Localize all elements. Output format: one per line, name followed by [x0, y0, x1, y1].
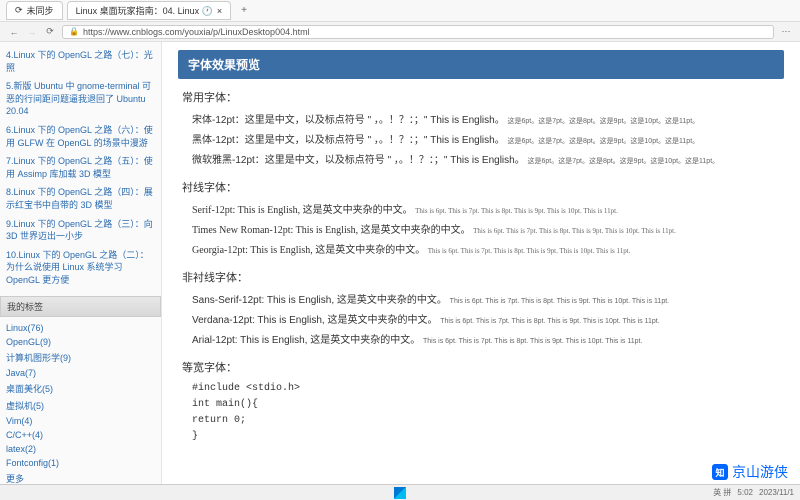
clock-time: 5:02 [737, 488, 753, 497]
font-sample-arial: Arial-12pt: This is English, 这是英文中夹杂的中文。… [178, 331, 784, 351]
sidebar-item[interactable]: 10.Linux 下的 OpenGL 之路（二）：为什么说使用 Linux 系统… [6, 246, 155, 290]
main-content: 字体效果预览 常用字体： 宋体-12pt：这里是中文，以及标点符号 " ，。！？… [162, 42, 800, 484]
font-sample-times: Times New Roman-12pt: This is English, 这… [178, 221, 784, 241]
code-line: return 0; [192, 413, 784, 429]
font-sample-heiti: 黑体-12pt：这里是中文，以及标点符号 " ，。！？：；" This is E… [178, 131, 784, 151]
lock-icon: 🔒 [69, 27, 79, 36]
back-icon[interactable]: ← [8, 26, 20, 38]
sidebar-tag[interactable]: Fontconfig(1) [6, 456, 155, 470]
sidebar-item[interactable]: 9.Linux 下的 OpenGL 之路（三）：向 3D 世界迈出一小步 [6, 215, 155, 246]
sidebar-tag[interactable]: 桌面美化(5) [6, 380, 155, 397]
address-bar: ← → ⟳ 🔒 https://www.cnblogs.com/youxia/p… [0, 22, 800, 42]
panel-title: 字体效果预览 [178, 50, 784, 79]
sidebar-item[interactable]: 8.Linux 下的 OpenGL 之路（四）：展示红宝书中自带的 3D 模型 [6, 183, 155, 214]
section-serif-fonts: 衬线字体： [178, 179, 784, 195]
menu-icon[interactable]: ⋯ [780, 26, 792, 38]
tab-label: Linux 桌面玩家指南：04. Linux 🕐 [76, 4, 213, 17]
sidebar-tag[interactable]: OpenGL(9) [6, 335, 155, 349]
font-sample-georgia: Georgia-12pt: This is English, 这是英文中夹杂的中… [178, 241, 784, 261]
sidebar-item[interactable]: 5.新版 Ubuntu 中 gnome-terminal 可恶的行间距问题逼我退… [6, 77, 155, 121]
font-sample-serif: Serif-12pt: This is English, 这是英文中夹杂的中文。… [178, 201, 784, 221]
browser-tab-bar: ⟳ 未同步 Linux 桌面玩家指南：04. Linux 🕐 × + [0, 0, 800, 22]
sidebar-item[interactable]: 6.Linux 下的 OpenGL 之路（六）：使用 GLFW 在 OpenGL… [6, 121, 155, 152]
code-line: int main(){ [192, 397, 784, 413]
sync-icon: ⟳ [15, 5, 23, 16]
tab-page[interactable]: Linux 桌面玩家指南：04. Linux 🕐 × [67, 1, 232, 20]
url-text: https://www.cnblogs.com/youxia/p/LinuxDe… [83, 27, 310, 37]
taskbar: 英 拼 5:02 2023/11/1 [0, 484, 800, 500]
code-line: #include <stdio.h> [192, 381, 784, 397]
sidebar-tag[interactable]: 虚拟机(5) [6, 397, 155, 414]
sidebar-tag[interactable]: Vim(4) [6, 414, 155, 428]
tab-profile[interactable]: ⟳ 未同步 [6, 1, 63, 20]
font-sample-msyahei: 微软雅黑-12pt：这里是中文，以及标点符号 " ，。！？：；" This is… [178, 151, 784, 171]
zhihu-icon: 知 [712, 464, 728, 480]
tab-label: 未同步 [27, 4, 54, 17]
sidebar-tag[interactable]: Linux(76) [6, 321, 155, 335]
sidebar-tag-more[interactable]: 更多 [6, 470, 155, 485]
url-input[interactable]: 🔒 https://www.cnblogs.com/youxia/p/Linux… [62, 25, 774, 39]
ime-indicator[interactable]: 英 拼 [713, 487, 731, 498]
section-mono-fonts: 等宽字体： [178, 359, 784, 375]
page-content: 4.Linux 下的 OpenGL 之路（七）：光照 5.新版 Ubuntu 中… [0, 42, 800, 484]
font-sample-songti: 宋体-12pt：这里是中文，以及标点符号 " ，。！？：；" This is E… [178, 111, 784, 131]
code-sample: #include <stdio.h> int main(){ return 0;… [178, 381, 784, 445]
sidebar-item[interactable]: 4.Linux 下的 OpenGL 之路（七）：光照 [6, 46, 155, 77]
refresh-icon[interactable]: ⟳ [44, 26, 56, 38]
clock-date: 2023/11/1 [759, 488, 794, 497]
sidebar-tag[interactable]: latex(2) [6, 442, 155, 456]
forward-icon[interactable]: → [26, 26, 38, 38]
sidebar: 4.Linux 下的 OpenGL 之路（七）：光照 5.新版 Ubuntu 中… [0, 42, 162, 484]
attribution: 知 京山游侠 [712, 462, 788, 482]
new-tab-button[interactable]: + [235, 5, 253, 16]
sidebar-tag[interactable]: C/C++(4) [6, 428, 155, 442]
sidebar-tags-header: 我的标签 [0, 296, 161, 317]
code-line: } [192, 429, 784, 445]
author-name: 京山游侠 [732, 462, 788, 482]
sidebar-tag[interactable]: Java(7) [6, 366, 155, 380]
section-sans-fonts: 非衬线字体： [178, 269, 784, 285]
section-common-fonts: 常用字体： [178, 89, 784, 105]
font-sample-sans: Sans-Serif-12pt: This is English, 这是英文中夹… [178, 291, 784, 311]
close-icon[interactable]: × [217, 6, 222, 16]
sidebar-item[interactable]: 7.Linux 下的 OpenGL 之路（五）：使用 Assimp 库加载 3D… [6, 152, 155, 183]
sidebar-tag[interactable]: 计算机图形学(9) [6, 349, 155, 366]
start-button[interactable] [394, 487, 406, 499]
font-sample-verdana: Verdana-12pt: This is English, 这是英文中夹杂的中… [178, 311, 784, 331]
